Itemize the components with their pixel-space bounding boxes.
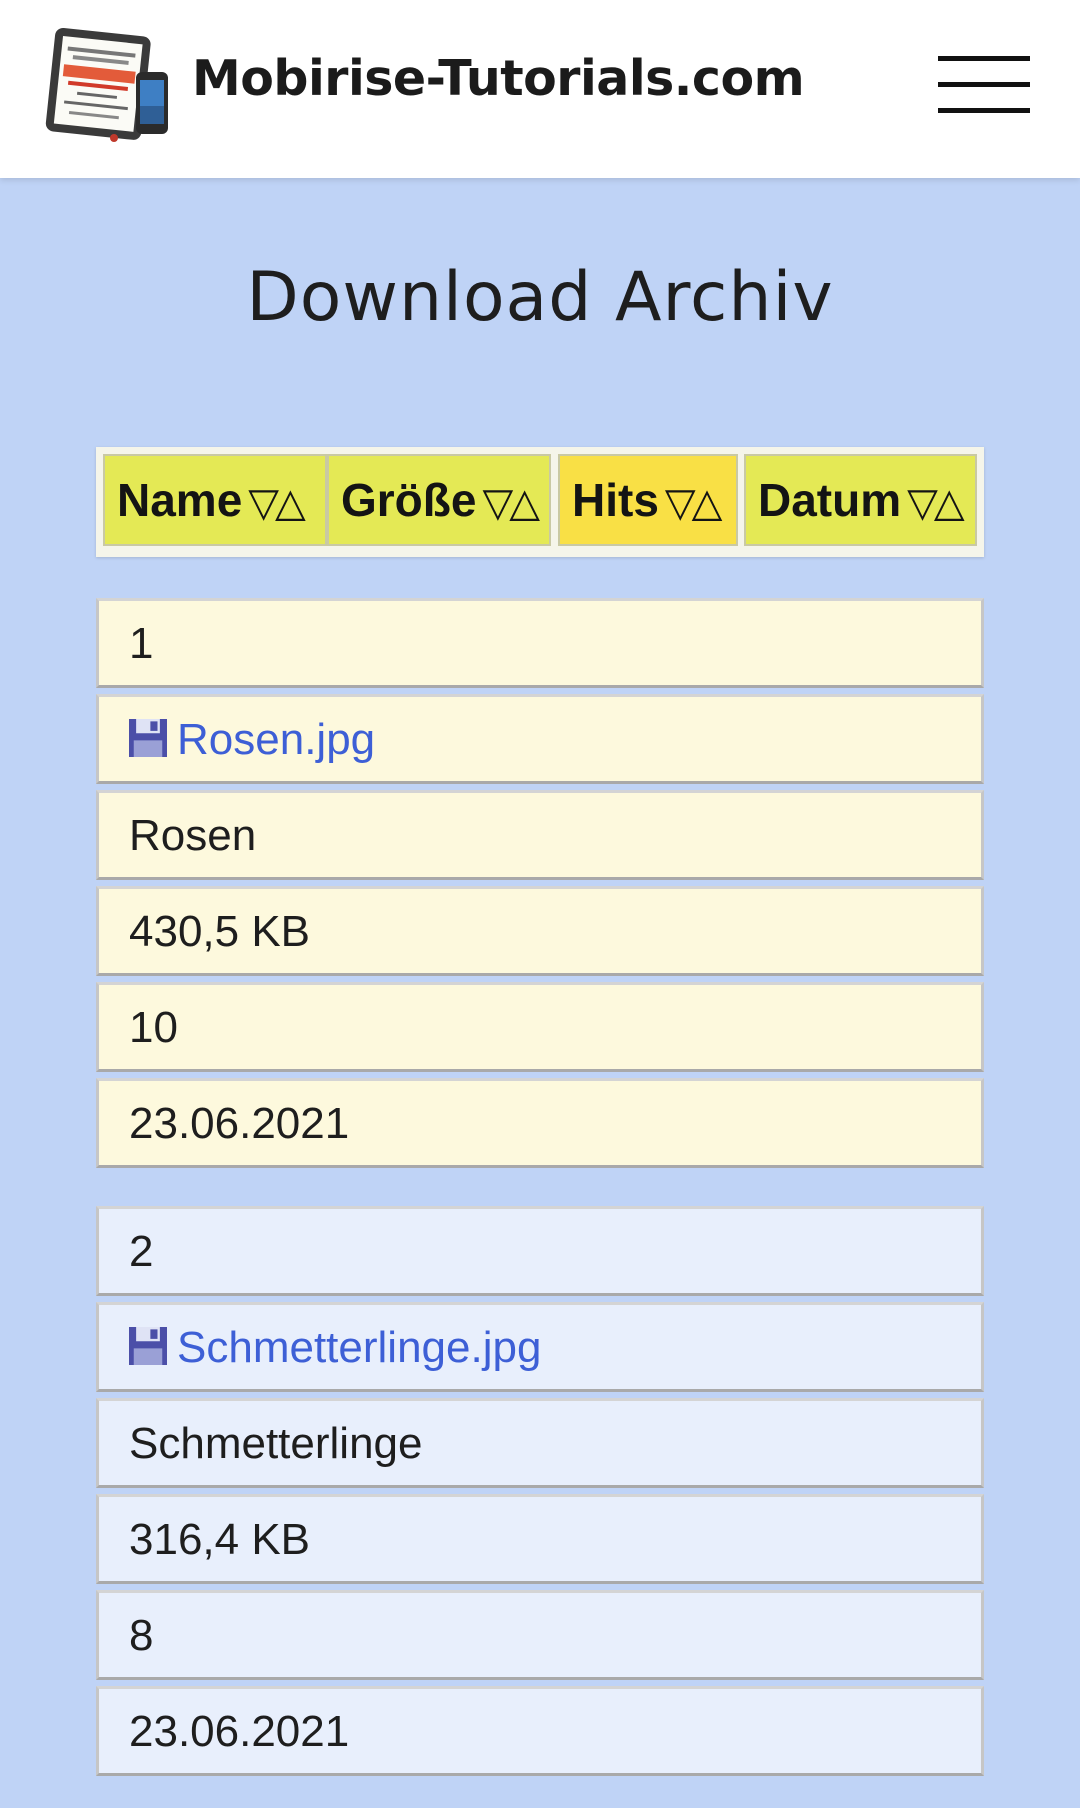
sort-by-hits-header[interactable]: Hits ▽△ [558,454,738,546]
file-name: Rosen [129,811,257,860]
menu-bar [938,108,1030,113]
row-index-cell: 2 [96,1206,984,1296]
size-cell: 316,4 KB [96,1494,984,1584]
file-cell: Schmetterlinge.jpg [96,1302,984,1392]
hit-count: 8 [129,1611,154,1660]
file-size: 430,5 KB [129,907,311,956]
header-label: Name [117,474,243,526]
row-index: 1 [129,619,154,668]
date-cell: 23.06.2021 [96,1686,984,1776]
file-date: 23.06.2021 [129,1707,350,1756]
sort-by-date-header[interactable]: Datum ▽△ [744,454,977,546]
floppy-disk-icon[interactable] [129,1327,167,1366]
file-cell: Rosen.jpg [96,694,984,784]
menu-bar [938,82,1030,87]
menu-bar [938,56,1030,61]
hamburger-menu-icon[interactable] [938,56,1030,114]
file-date: 23.06.2021 [129,1099,350,1148]
file-size: 316,4 KB [129,1515,311,1564]
header-label: Datum [758,474,902,526]
hits-cell: 10 [96,982,984,1072]
sort-arrows-icon[interactable]: ▽△ [907,481,964,525]
download-file-link[interactable]: Schmetterlinge.jpg [177,1323,541,1372]
hit-count: 10 [129,1003,178,1052]
date-cell: 23.06.2021 [96,1078,984,1168]
table-row: 1 Rosen.jpg Rosen 430,5 KB 10 23.06.2021 [96,598,984,1174]
hits-cell: 8 [96,1590,984,1680]
size-cell: 430,5 KB [96,886,984,976]
floppy-disk-icon[interactable] [129,719,167,758]
download-file-link[interactable]: Rosen.jpg [177,715,375,764]
sort-by-name-header[interactable]: Name ▽△ [103,454,327,546]
navbar: Mobirise-Tutorials.com [0,0,1080,178]
sort-arrows-icon[interactable]: ▽△ [665,481,722,525]
header-label: Hits [572,474,659,526]
header-label: Größe [341,474,477,526]
table-header: Name ▽△ Größe ▽△ Hits ▽△ Datum ▽△ [96,447,984,557]
table-row: 2 Schmetterlinge.jpg Schmetterlinge 316,… [96,1206,984,1782]
row-index: 2 [129,1227,154,1276]
file-name: Schmetterlinge [129,1419,423,1468]
name-cell: Rosen [96,790,984,880]
sort-by-size-header[interactable]: Größe ▽△ [327,454,551,546]
row-index-cell: 1 [96,598,984,688]
sort-arrows-icon[interactable]: ▽△ [248,481,305,525]
site-logo[interactable] [44,26,172,144]
site-brand[interactable]: Mobirise-Tutorials.com [192,50,805,107]
sort-arrows-icon[interactable]: ▽△ [482,481,539,525]
name-cell: Schmetterlinge [96,1398,984,1488]
page-title: Download Archiv [246,258,834,337]
